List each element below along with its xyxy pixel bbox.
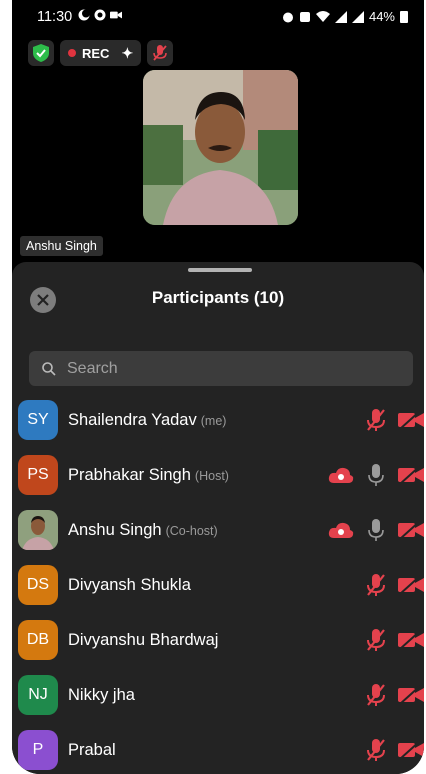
participant-role: (me) <box>200 414 227 428</box>
participant-row[interactable]: SY Shailendra Yadav (me) <box>12 393 424 448</box>
participant-status-icons <box>366 574 424 596</box>
participant-name: Divyanshu Bhardwaj <box>68 631 219 649</box>
video-off-icon <box>398 685 424 705</box>
participant-role: (Host) <box>194 469 229 483</box>
video-status-icon <box>110 11 122 19</box>
participant-status-icons <box>328 519 424 541</box>
rec-label: REC <box>82 45 110 61</box>
video-off-icon <box>398 630 424 650</box>
mic-toggle-button[interactable] <box>147 40 174 66</box>
status-notification-icons <box>78 9 122 21</box>
participant-name-line: Divyanshu Bhardwaj <box>68 631 218 650</box>
avatar: DS <box>18 565 58 605</box>
search-input[interactable]: Search <box>29 351 413 386</box>
participant-row[interactable]: PS Prabhakar Singh (Host) <box>12 448 424 503</box>
security-button[interactable] <box>28 40 54 66</box>
participant-name: Anshu Singh <box>68 521 162 539</box>
mic-icon <box>368 464 384 486</box>
meeting-top-bar: REC ✦ <box>28 40 174 66</box>
participant-row[interactable]: Anshu Singh (Co-host) <box>12 503 424 558</box>
participant-row[interactable]: NJ Nikky jha <box>12 668 424 723</box>
video-off-icon <box>398 520 424 540</box>
battery-percent: 44% <box>368 9 395 24</box>
avatar: NJ <box>18 675 58 715</box>
mic-muted-icon <box>367 574 385 596</box>
video-off-icon <box>398 465 424 485</box>
sync-icon <box>94 9 106 21</box>
battery-icon <box>400 10 408 23</box>
mic-muted-icon <box>367 684 385 706</box>
mic-muted-icon <box>367 739 385 761</box>
phone-screen: 11:30 44% REC ✦ Anshu Singh Participants… <box>12 0 424 774</box>
video-off-icon <box>398 575 424 595</box>
sparkle-icon: ✦ <box>121 44 134 61</box>
signal-2-icon <box>351 10 364 23</box>
avatar: SY <box>18 400 58 440</box>
record-dot-icon <box>68 49 76 57</box>
mic-muted-icon <box>367 629 385 651</box>
participant-name-line: Shailendra Yadav (me) <box>68 411 226 430</box>
avatar: DB <box>18 620 58 660</box>
status-time: 11:30 <box>37 9 73 25</box>
participant-name: Prabal <box>68 741 116 759</box>
participant-name-line: Anshu Singh (Co-host) <box>68 521 218 540</box>
speaker-photo <box>143 70 298 225</box>
signal-icon <box>334 10 347 23</box>
participant-name: Divyansh Shukla <box>68 576 191 594</box>
search-icon <box>42 361 56 376</box>
avatar <box>18 510 58 550</box>
participants-panel: Participants (10) Search SY Shailendra Ya… <box>12 262 424 774</box>
video-off-icon <box>398 740 424 760</box>
mic-muted-icon <box>367 409 385 431</box>
status-right-icons: 44% <box>282 9 408 24</box>
mic-icon <box>368 519 384 541</box>
shield-icon <box>33 44 49 62</box>
participant-name-line: Divyansh Shukla <box>68 576 191 595</box>
participant-list: SY Shailendra Yadav (me) PS Prabhakar Singh(… <box>12 393 424 774</box>
participant-name: Prabhakar Singh <box>68 466 191 484</box>
drag-handle[interactable] <box>188 268 252 272</box>
participant-row[interactable]: DB Divyanshu Bhardwaj <box>12 613 424 668</box>
participant-name: Nikky jha <box>68 686 135 704</box>
moon-icon <box>78 9 90 21</box>
participant-status-icons <box>328 464 424 486</box>
wifi-icon <box>315 10 330 22</box>
search-placeholder: Search <box>67 359 118 377</box>
participant-row[interactable]: DS Divyansh Shukla <box>12 558 424 613</box>
participant-status-icons <box>366 739 424 761</box>
avatar: P <box>18 730 58 770</box>
participant-role: (Co-host) <box>165 524 218 538</box>
participant-name: Shailendra Yadav <box>68 411 197 429</box>
speaker-name-tag: Anshu Singh <box>20 236 103 256</box>
participant-row[interactable]: P Prabal <box>12 723 424 774</box>
participant-status-icons <box>366 684 424 706</box>
alarm-icon <box>282 12 293 22</box>
recording-indicator[interactable]: REC ✦ <box>60 40 142 66</box>
mic-muted-icon <box>153 45 167 61</box>
cloud-recording-icon <box>328 522 354 538</box>
participant-status-icons <box>366 409 424 431</box>
participant-photo <box>18 510 58 550</box>
cloud-recording-icon <box>328 467 354 483</box>
participant-name-line: Prabhakar Singh (Host) <box>68 466 229 485</box>
active-speaker-video[interactable] <box>143 70 298 225</box>
status-bar: 11:30 44% <box>12 0 424 34</box>
clock-icon <box>299 11 310 22</box>
avatar: PS <box>18 455 58 495</box>
participant-name-line: Nikky jha <box>68 686 135 705</box>
panel-title: Participants (10) <box>151 288 285 307</box>
participant-name-line: Prabal <box>68 741 116 760</box>
video-off-icon <box>398 410 424 430</box>
participant-status-icons <box>366 629 424 651</box>
